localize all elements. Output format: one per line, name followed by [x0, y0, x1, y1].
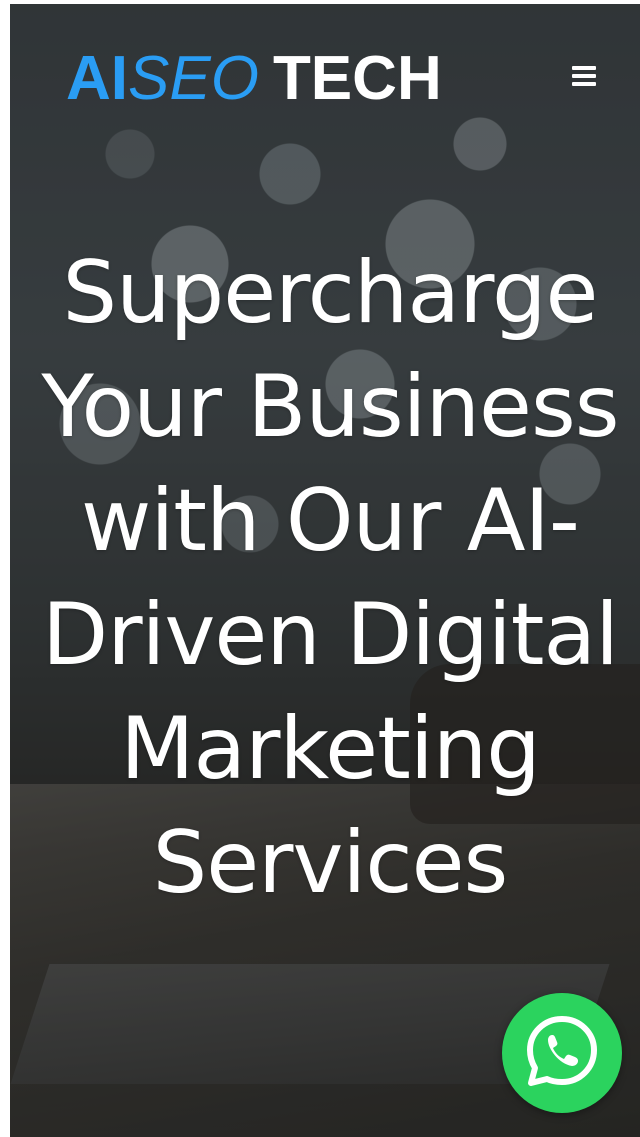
brand-logo[interactable]: AISEO TECH [66, 44, 442, 114]
hamburger-menu-icon[interactable] [570, 62, 600, 92]
hero-headline: Supercharge Your Business with Our AI-Dr… [41, 243, 619, 913]
hero-section: AISEO TECH Supercharge Your Business with… [10, 4, 640, 1137]
logo-part-ai: AI [66, 44, 128, 113]
whatsapp-chat-button[interactable] [502, 993, 622, 1113]
logo-part-seo: SEO [128, 44, 259, 113]
whatsapp-icon [527, 1016, 597, 1086]
logo-part-tech: TECH [272, 44, 442, 113]
navbar: AISEO TECH [66, 44, 600, 114]
